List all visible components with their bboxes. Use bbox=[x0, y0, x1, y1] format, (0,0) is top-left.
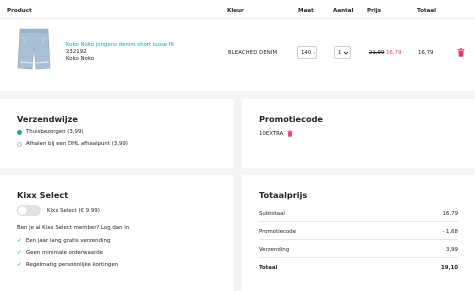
line-total: 16,79 bbox=[418, 50, 434, 56]
grand-total-label: Totaal bbox=[259, 265, 278, 271]
kixx-select-toggle[interactable] bbox=[17, 205, 41, 216]
size-select[interactable]: 140 bbox=[297, 46, 317, 59]
header-kleur: Kleur bbox=[227, 8, 244, 14]
check-icon: ✓ bbox=[17, 261, 23, 268]
divider bbox=[259, 257, 458, 258]
radio-home-delivery[interactable] bbox=[17, 130, 22, 135]
header-totaal: Totaal bbox=[417, 8, 437, 14]
promo-discount-value: - 1,68 bbox=[442, 229, 458, 235]
kixx-member-text[interactable]: Ben je al Kixx Select member? Log dan in… bbox=[17, 225, 131, 231]
product-sku: 232192 bbox=[66, 49, 87, 55]
benefit-2: Geen minimale orderwaarde bbox=[26, 250, 103, 256]
shipping-title: Verzendwijze bbox=[17, 114, 78, 124]
check-icon: ✓ bbox=[17, 237, 23, 244]
benefit-3: Regelmatig persoonlijke kortingen bbox=[26, 262, 119, 268]
totals-title: Totaalprijs bbox=[259, 190, 308, 200]
subtotal-label: Subtotaal bbox=[259, 211, 285, 217]
check-icon: ✓ bbox=[17, 249, 23, 256]
promo-title: Promotiecode bbox=[259, 114, 323, 124]
promo-card: Promotiecode 10EXTRA bbox=[242, 99, 475, 168]
kixx-select-card: Kixx Select Kixx Select (€ 9.99) Ben je … bbox=[0, 175, 234, 291]
product-color: BLEACHED DENIM bbox=[228, 50, 278, 56]
quantity-value: 1 bbox=[338, 49, 342, 56]
promo-discount-label: Promotiecode bbox=[259, 229, 297, 235]
divider bbox=[259, 221, 458, 222]
subtotal-value: 16,79 bbox=[442, 211, 458, 217]
promo-code: 10EXTRA bbox=[259, 131, 284, 137]
divider bbox=[259, 239, 458, 240]
option-home-delivery-label: Thuisbezorgen (3,99) bbox=[26, 129, 84, 135]
header-product: Product bbox=[7, 8, 32, 14]
grand-total-value: 19,10 bbox=[440, 265, 458, 271]
trash-icon[interactable] bbox=[287, 130, 293, 137]
toggle-knob bbox=[18, 206, 27, 215]
total-price-card: Totaalprijs Subtotaal 16,79 Promotiecode… bbox=[242, 175, 475, 291]
trash-icon[interactable] bbox=[457, 48, 465, 57]
option-dhl-pickup-label: Afhalen bij een DHL afhaalpunt (3,99) bbox=[26, 141, 128, 147]
chevron-down-icon bbox=[344, 51, 349, 55]
product-brand: Koko Noko bbox=[66, 56, 95, 62]
old-price: 21,99 bbox=[369, 50, 385, 56]
shipping-card: Verzendwijze Thuisbezorgen (3,99) Afhale… bbox=[0, 99, 234, 168]
header-prijs: Prijs bbox=[367, 8, 382, 14]
kixx-title: Kixx Select bbox=[17, 190, 69, 200]
product-image[interactable] bbox=[17, 28, 51, 70]
header-divider bbox=[0, 18, 475, 19]
sale-price: 16,79 bbox=[386, 50, 402, 56]
size-value: 140 bbox=[301, 49, 312, 56]
chevron-down-icon bbox=[313, 51, 316, 54]
header-aantal: Aantal bbox=[333, 8, 354, 14]
benefit-1: Een jaar lang gratis verzending bbox=[26, 238, 111, 244]
shipping-cost-label: Verzending bbox=[259, 247, 290, 253]
product-name-link[interactable]: Koko Noko jongens denim short loose fit bbox=[66, 42, 174, 48]
header-maat: Maat bbox=[298, 8, 314, 14]
cart-table: Product Kleur Maat Aantal Prijs Totaal K… bbox=[0, 0, 475, 91]
radio-dhl-pickup[interactable] bbox=[17, 142, 22, 147]
kixx-toggle-label: Kixx Select (€ 9.99) bbox=[47, 208, 100, 214]
quantity-select[interactable]: 1 bbox=[334, 46, 351, 59]
shipping-cost-value: 3,99 bbox=[445, 247, 458, 253]
